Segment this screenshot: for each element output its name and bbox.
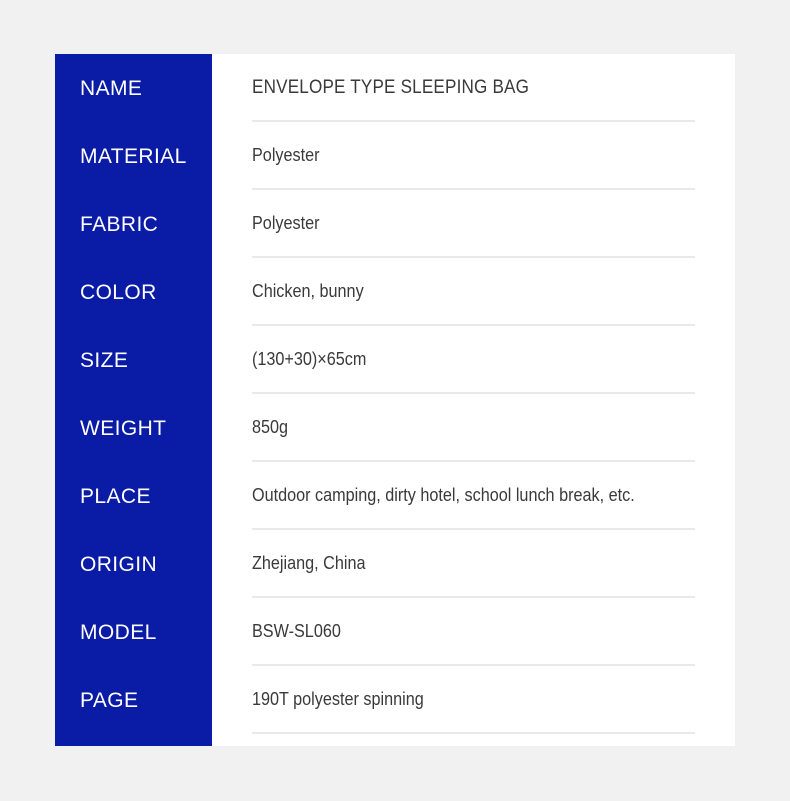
spec-row-label: PAGE: [80, 688, 139, 712]
spec-row-value-cell: Polyester: [212, 122, 735, 190]
spec-row: PAGE 190T polyester spinning: [55, 666, 735, 734]
spec-row: COLOR Chicken, bunny: [55, 258, 735, 326]
spec-row-value: 190T polyester spinning: [252, 689, 424, 710]
spec-row-value: Chicken, bunny: [252, 281, 364, 302]
spec-rows-container: NAME ENVELOPE TYPE SLEEPING BAG MATERIAL Po…: [55, 54, 735, 734]
product-spec-card: NAME ENVELOPE TYPE SLEEPING BAG MATERIAL Po…: [55, 54, 735, 746]
spec-row-value: (130+30)×65cm: [252, 349, 367, 370]
spec-row-label: FABRIC: [80, 212, 159, 236]
product-spec-table: NAME ENVELOPE TYPE SLEEPING BAG MATERIAL Po…: [55, 54, 735, 746]
spec-row-value: Zhejiang, China: [252, 553, 366, 574]
spec-row-value: 850g: [252, 417, 289, 438]
spec-row-value-cell: Zhejiang, China: [212, 530, 735, 598]
spec-row-value: BSW-SL060: [252, 621, 341, 642]
spec-row-value: ENVELOPE TYPE SLEEPING BAG: [252, 76, 530, 98]
spec-row-value-cell: 850g: [212, 394, 735, 462]
spec-row-label: MATERIAL: [80, 144, 187, 168]
spec-row: PLACE Outdoor camping, dirty hotel, schoo…: [55, 462, 735, 530]
spec-row-value: Polyester: [252, 213, 320, 234]
spec-row-label: NAME: [80, 76, 143, 100]
spec-row-label: WEIGHT: [80, 416, 167, 440]
spec-row-value: Polyester: [252, 145, 320, 166]
spec-row-value: Outdoor camping, dirty hotel, school lun…: [252, 485, 635, 506]
spec-row-label: MODEL: [80, 620, 157, 644]
spec-row: ORIGIN Zhejiang, China: [55, 530, 735, 598]
spec-row: MATERIAL Polyester: [55, 122, 735, 190]
spec-row-value-cell: 190T polyester spinning: [212, 666, 735, 734]
spec-row-label: COLOR: [80, 280, 157, 304]
spec-row-label: SIZE: [80, 348, 129, 372]
spec-row-value-cell: ENVELOPE TYPE SLEEPING BAG: [212, 54, 735, 122]
spec-row-value-cell: (130+30)×65cm: [212, 326, 735, 394]
spec-row-value-cell: Polyester: [212, 190, 735, 258]
spec-row: WEIGHT 850g: [55, 394, 735, 462]
spec-row: SIZE (130+30)×65cm: [55, 326, 735, 394]
spec-row-label: ORIGIN: [80, 552, 158, 576]
spec-row-label: PLACE: [80, 484, 151, 508]
spec-row: MODEL BSW-SL060: [55, 598, 735, 666]
spec-row: FABRIC Polyester: [55, 190, 735, 258]
spec-row: NAME ENVELOPE TYPE SLEEPING BAG: [55, 54, 735, 122]
spec-row-value-cell: Chicken, bunny: [212, 258, 735, 326]
spec-row-value-cell: BSW-SL060: [212, 598, 735, 666]
spec-row-value-cell: Outdoor camping, dirty hotel, school lun…: [212, 462, 735, 530]
